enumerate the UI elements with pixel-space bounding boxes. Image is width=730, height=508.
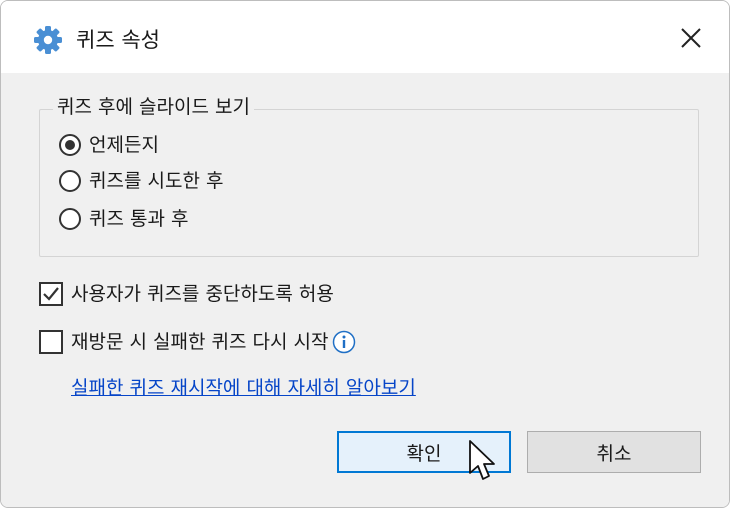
gear-icon bbox=[34, 26, 62, 54]
checkbox-label: 사용자가 퀴즈를 중단하도록 허용 bbox=[71, 283, 334, 305]
cancel-button-label: 취소 bbox=[596, 442, 632, 465]
allow-quit-checkbox-row[interactable]: 사용자가 퀴즈를 중단하도록 허용 bbox=[39, 280, 334, 308]
dialog-body: 퀴즈 후에 슬라이드 보기 언제든지 퀴즈를 시도한 후 퀴즈 통과 후 사용자… bbox=[1, 73, 729, 507]
restart-quiz-checkbox-row[interactable]: 재방문 시 실패한 퀴즈 다시 시작 bbox=[39, 328, 356, 356]
checkbox-label: 재방문 시 실패한 퀴즈 다시 시작 bbox=[71, 331, 329, 353]
mouse-cursor-icon bbox=[469, 440, 495, 480]
radio-button[interactable] bbox=[59, 134, 81, 156]
restart-quiz-checkbox[interactable] bbox=[39, 330, 63, 354]
radio-button[interactable] bbox=[59, 170, 81, 192]
cancel-button[interactable]: 취소 bbox=[527, 431, 701, 473]
dialog-window: 퀴즈 속성 퀴즈 후에 슬라이드 보기 언제든지 퀴즈를 시도한 후 퀴즈 통과… bbox=[0, 0, 730, 508]
groupbox-legend: 퀴즈 후에 슬라이드 보기 bbox=[53, 94, 254, 120]
close-icon[interactable] bbox=[669, 19, 713, 59]
title-bar: 퀴즈 속성 bbox=[1, 1, 729, 73]
radio-option-after-attempt[interactable]: 퀴즈를 시도한 후 bbox=[59, 167, 223, 195]
radio-button[interactable] bbox=[59, 208, 81, 230]
radio-option-after-pass[interactable]: 퀴즈 통과 후 bbox=[59, 205, 188, 233]
learn-more-link[interactable]: 실패한 퀴즈 재시작에 대해 자세히 알아보기 bbox=[71, 375, 416, 401]
radio-label: 퀴즈 통과 후 bbox=[89, 208, 189, 230]
window-title: 퀴즈 속성 bbox=[76, 28, 160, 52]
allow-quit-checkbox[interactable] bbox=[39, 282, 63, 306]
ok-button-label: 확인 bbox=[406, 442, 442, 465]
radio-label: 퀴즈를 시도한 후 bbox=[89, 170, 224, 192]
check-mark-icon bbox=[43, 287, 59, 301]
info-icon[interactable] bbox=[332, 330, 356, 354]
radio-option-anytime[interactable]: 언제든지 bbox=[59, 131, 159, 159]
radio-label: 언제든지 bbox=[89, 134, 159, 156]
